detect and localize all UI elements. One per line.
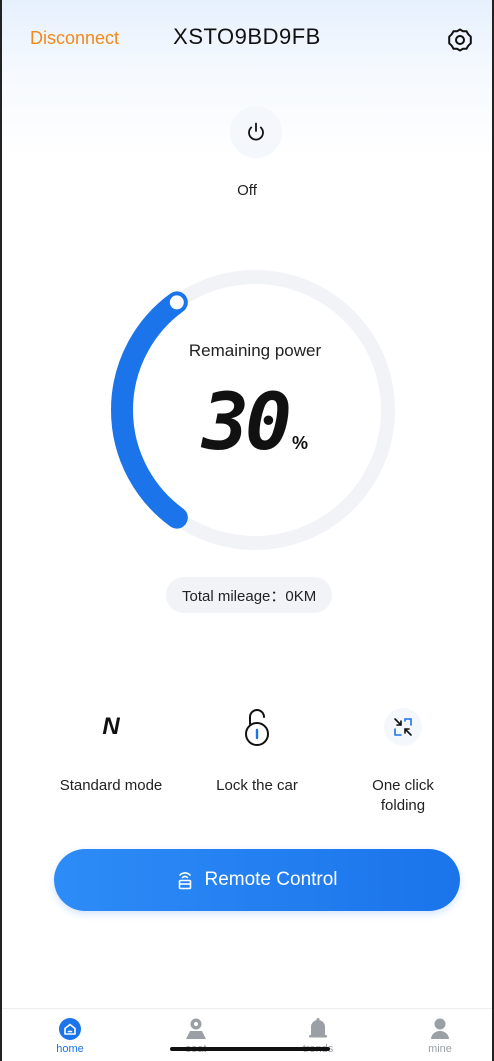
header: Disconnect XSTO9BD9FB	[2, 24, 492, 56]
gauge-knob	[169, 295, 184, 310]
home-indicator	[170, 1047, 330, 1051]
battery-unit: %	[291, 433, 308, 453]
settings-button[interactable]	[446, 26, 474, 54]
fold-icon	[394, 718, 412, 736]
tab-mine-label: mine	[428, 1043, 452, 1055]
lock-car-button[interactable]: Lock the car	[182, 700, 332, 796]
remote-control-button[interactable]: Remote Control	[54, 849, 460, 911]
mode-n-glyph: N	[102, 713, 120, 740]
user-icon	[431, 1018, 449, 1039]
seat-icon	[186, 1018, 206, 1039]
quick-actions: N Standard mode Lock the car One click f…	[2, 700, 492, 830]
bell-icon	[309, 1018, 327, 1038]
power-button[interactable]	[230, 106, 282, 158]
gear-icon	[448, 28, 472, 52]
tab-mine[interactable]: mine	[410, 1017, 470, 1055]
one-click-folding-button[interactable]: One click folding	[328, 700, 478, 816]
standard-mode-label: Standard mode	[59, 777, 163, 794]
standard-mode-button[interactable]: N Standard mode	[36, 700, 186, 796]
lock-icon	[245, 709, 269, 746]
battery-gauge: Remaining power 30%	[110, 265, 400, 555]
remaining-power-label: Remaining power	[188, 341, 322, 360]
app-screen: Disconnect XSTO9BD9FB Off Remaining powe…	[0, 0, 494, 1061]
one-click-folding-label: One click folding	[372, 777, 434, 814]
battery-value: 30%	[110, 383, 400, 463]
battery-percent: 30	[202, 378, 292, 468]
remote-icon	[179, 872, 192, 890]
home-icon	[59, 1018, 81, 1040]
tab-home[interactable]: home	[40, 1017, 100, 1055]
device-name: XSTO9BD9FB	[173, 24, 321, 49]
lock-car-label: Lock the car	[216, 777, 298, 794]
tab-home-label: home	[56, 1043, 84, 1055]
bottom-tab-bar: home seat trends	[2, 1008, 492, 1061]
total-mileage-badge: Total mileage：0KM	[166, 577, 333, 613]
remote-control-label: Remote Control	[204, 869, 338, 890]
mode-n-icon: N	[36, 700, 186, 754]
power-status: Off	[237, 182, 257, 199]
power-icon	[248, 122, 264, 141]
